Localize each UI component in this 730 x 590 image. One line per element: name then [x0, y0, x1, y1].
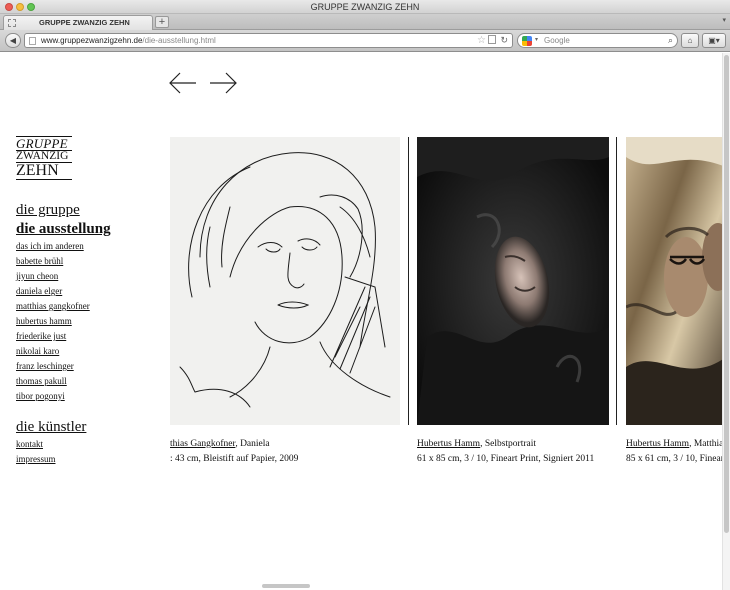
search-engine-dropdown-icon[interactable]: ▾ — [535, 34, 538, 47]
site-logo[interactable]: GRUPPE ZWANZIG ZEHN — [16, 136, 72, 180]
artist-link[interactable]: thias Gangkofner — [170, 439, 235, 449]
address-bar[interactable]: www.gruppezwanzigzehn.de/die-ausstellung… — [24, 33, 513, 48]
artwork-details: 85 x 61 cm, 3 / 10, Fineart — [626, 454, 722, 464]
logo-line-2: ZWANZIG — [16, 150, 72, 162]
google-icon — [522, 36, 532, 46]
nav-artist-link[interactable]: nikolai karo — [16, 344, 111, 359]
artwork-details: : 43 cm, Bleistift auf Papier, 2009 — [170, 454, 299, 464]
nav-artist-link[interactable]: hubertus hamm — [16, 314, 111, 329]
nav-artist-link[interactable]: tibor pogonyi — [16, 389, 111, 404]
page-icon — [29, 37, 36, 45]
bookmarks-button[interactable]: ▣▾ — [702, 33, 726, 48]
window-title: GRUPPE ZWANZIG ZEHN — [310, 2, 420, 12]
rss-icon[interactable] — [488, 35, 496, 44]
horizontal-scroll-thumb[interactable] — [262, 584, 310, 588]
artwork-image[interactable] — [626, 137, 722, 425]
tab-overflow-icon[interactable]: ▾ — [722, 16, 726, 24]
artwork-caption: Hubertus Hamm, Matthias 85 x 61 cm, 3 / … — [626, 437, 722, 467]
nav-artist-link[interactable]: franz leschinger — [16, 359, 111, 374]
maximize-window-button[interactable] — [27, 3, 35, 11]
nav-die-kuenstler[interactable]: die künstler — [16, 418, 111, 437]
browser-toolbar: ◀ www.gruppezwanzigzehn.de/die-ausstellu… — [0, 30, 730, 52]
nav-artist-link[interactable]: daniela elger — [16, 284, 111, 299]
artwork-divider — [616, 137, 617, 425]
address-path: /die-ausstellung.html — [142, 36, 216, 45]
artwork-title: , Daniela — [235, 439, 270, 449]
browser-tab[interactable]: GRUPPE ZWANZIG ZEHN — [3, 15, 153, 30]
page-viewport: GRUPPE ZWANZIG ZEHN die gruppe die ausst… — [0, 53, 730, 590]
nav-artist-link[interactable]: matthias gangkofner — [16, 299, 111, 314]
artist-link[interactable]: Hubertus Hamm — [626, 439, 689, 449]
home-icon: ⌂ — [687, 36, 693, 45]
site-nav: die gruppe die ausstellung das ich im an… — [16, 201, 111, 467]
nav-artist-link[interactable]: das ich im anderen — [16, 239, 111, 254]
tab-title: GRUPPE ZWANZIG ZEHN — [39, 18, 130, 27]
new-tab-button[interactable]: + — [155, 16, 169, 28]
nav-die-gruppe[interactable]: die gruppe — [16, 201, 111, 220]
arrow-right-icon[interactable] — [208, 71, 238, 95]
nav-artist-link[interactable]: friederike just — [16, 329, 111, 344]
vertical-scrollbar[interactable] — [722, 53, 730, 590]
back-button[interactable]: ◀ — [5, 33, 21, 48]
home-button[interactable]: ⌂ — [681, 33, 699, 48]
bookmarks-icon: ▣▾ — [708, 36, 720, 45]
artist-link[interactable]: Hubertus Hamm — [417, 439, 480, 449]
minimize-window-button[interactable] — [16, 3, 24, 11]
nav-artist-link[interactable]: jiyun cheon — [16, 269, 111, 284]
reload-icon[interactable]: ↻ — [500, 34, 508, 47]
artwork-title: , Matthias — [689, 439, 722, 449]
artwork-image[interactable] — [417, 137, 609, 425]
arrow-left-icon[interactable] — [168, 71, 198, 95]
artwork-details: 61 x 85 cm, 3 / 10, Fineart Print, Signi… — [417, 454, 595, 464]
artwork-image[interactable] — [170, 137, 400, 425]
search-placeholder: Google — [544, 36, 570, 45]
favicon-icon — [8, 19, 16, 27]
logo-line-3: ZEHN — [16, 162, 72, 180]
logo-line-1: GRUPPE — [16, 136, 72, 150]
artwork-caption: thias Gangkofner, Daniela : 43 cm, Bleis… — [170, 437, 298, 467]
close-window-button[interactable] — [5, 3, 13, 11]
nav-kontakt[interactable]: kontakt — [16, 437, 111, 452]
artwork-divider — [408, 137, 409, 425]
nav-impressum[interactable]: impressum — [16, 452, 111, 467]
back-arrow-icon: ◀ — [9, 36, 17, 45]
search-field[interactable]: ▾ Google ⌕ — [517, 33, 678, 48]
artwork-caption: Hubertus Hamm, Selbstportrait 61 x 85 cm… — [417, 437, 594, 467]
nav-artist-link[interactable]: babette brühl — [16, 254, 111, 269]
address-domain: www.gruppezwanzigzehn.de — [41, 36, 143, 45]
bookmark-star-icon[interactable]: ☆ — [477, 34, 486, 47]
window-titlebar: GRUPPE ZWANZIG ZEHN — [0, 0, 730, 14]
artwork-title: , Selbstportrait — [480, 439, 537, 449]
artwork-gallery: thias Gangkofner, Daniela : 43 cm, Bleis… — [170, 137, 722, 557]
search-icon[interactable]: ⌕ — [668, 34, 673, 47]
vertical-scroll-thumb[interactable] — [724, 55, 729, 533]
nav-artist-link[interactable]: thomas pakull — [16, 374, 111, 389]
nav-die-ausstellung[interactable]: die ausstellung — [16, 220, 111, 239]
tab-bar: GRUPPE ZWANZIG ZEHN + ▾ — [0, 14, 730, 30]
